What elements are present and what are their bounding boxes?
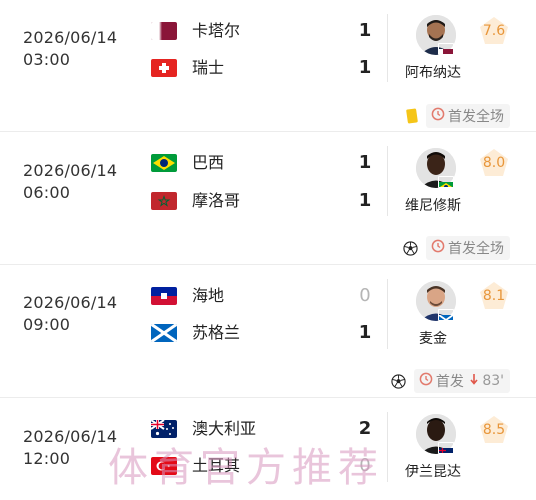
rating-badge: 8.1 <box>478 281 510 311</box>
player-rating: 7.6 <box>482 23 506 39</box>
match-card[interactable]: 2026/06/14 09:00 海地 0 苏格兰 1 麦金 8.1 首发 83… <box>0 265 536 398</box>
morocco-flag <box>151 192 177 210</box>
rating-badge: 8.5 <box>478 415 510 445</box>
away-score: 0 <box>359 455 371 476</box>
away-team-name: 瑞士 <box>192 58 225 77</box>
rating-badge: 7.6 <box>478 16 510 46</box>
away-team-row: 土耳其 0 <box>0 453 380 479</box>
home-score: 2 <box>358 418 372 439</box>
australia-mini-flag <box>438 442 454 454</box>
away-team-name: 摩洛哥 <box>192 191 241 210</box>
start-tag: 首发全场 <box>426 236 510 260</box>
player-rating: 8.1 <box>482 288 506 304</box>
divider <box>387 412 388 482</box>
away-team-row: 苏格兰 1 <box>0 320 380 346</box>
yellow-card-icon <box>406 108 418 124</box>
home-team-row: 卡塔尔 1 <box>0 18 380 44</box>
scotland-flag <box>151 324 177 342</box>
player-name: 伊兰昆达 <box>405 464 461 480</box>
clock-icon <box>431 107 445 125</box>
home-team-row: 巴西 1 <box>0 150 380 176</box>
start-label: 首发全场 <box>448 241 504 257</box>
match-footer: 首发全场 <box>406 104 510 128</box>
switzerland-flag <box>151 59 177 77</box>
match-card[interactable]: 2026/06/14 03:00 卡塔尔 1 瑞士 1 阿布纳达 7.6 首发全… <box>0 0 536 132</box>
match-list: 2026/06/14 03:00 卡塔尔 1 瑞士 1 阿布纳达 7.6 首发全… <box>0 0 536 500</box>
away-score: 1 <box>358 190 372 211</box>
start-label: 首发 <box>435 374 464 390</box>
home-score: 1 <box>358 20 372 41</box>
brazil-flag <box>151 154 177 172</box>
rating-badge: 8.0 <box>478 148 510 178</box>
divider <box>387 279 388 349</box>
player-rating: 8.5 <box>482 422 506 438</box>
start-tag: 首发 83' <box>413 369 510 393</box>
match-footer: 首发全场 <box>403 236 510 260</box>
home-team-row: 海地 0 <box>0 283 380 309</box>
home-score: 0 <box>359 285 371 306</box>
player-name: 麦金 <box>419 331 447 347</box>
match-card[interactable]: 2026/06/14 12:00 澳大利亚 2 土耳其 0 伊兰昆达 8.5 <box>0 398 536 500</box>
goal-ball-icon <box>391 373 406 389</box>
match-card[interactable]: 2026/06/14 06:00 巴西 1 摩洛哥 1 维尼修斯 8.0 首发全… <box>0 132 536 265</box>
away-score: 1 <box>358 322 372 343</box>
sub-off-arrow-icon <box>470 373 482 389</box>
match-footer: 首发 83' <box>391 369 510 393</box>
sub-minute: 83' <box>482 373 504 389</box>
qatar-flag <box>151 22 177 40</box>
divider <box>387 14 388 82</box>
clock-icon <box>431 239 445 257</box>
home-score: 1 <box>358 152 372 173</box>
home-team-name: 澳大利亚 <box>192 419 257 438</box>
home-team-name: 巴西 <box>192 153 225 172</box>
away-team-name: 苏格兰 <box>192 323 241 342</box>
away-score: 1 <box>358 57 372 78</box>
australia-flag <box>151 420 177 438</box>
start-tag: 首发全场 <box>426 104 510 128</box>
player-name: 维尼修斯 <box>405 198 461 214</box>
home-team-row: 澳大利亚 2 <box>0 416 380 442</box>
scotland-mini-flag <box>438 309 454 321</box>
away-team-row: 摩洛哥 1 <box>0 188 380 214</box>
home-team-name: 海地 <box>192 286 225 305</box>
clock-icon <box>419 372 433 390</box>
brazil-mini-flag <box>438 176 454 188</box>
home-team-name: 卡塔尔 <box>192 21 241 40</box>
player-rating: 8.0 <box>482 155 506 171</box>
turkey-flag <box>151 457 177 475</box>
sub-off-minute: 83' <box>470 373 504 389</box>
player-name: 阿布纳达 <box>405 65 461 81</box>
start-label: 首发全场 <box>448 109 504 125</box>
away-team-row: 瑞士 1 <box>0 55 380 81</box>
qatar-mini-flag <box>438 43 454 55</box>
haiti-flag <box>151 287 177 305</box>
goal-ball-icon <box>403 240 418 256</box>
divider <box>387 146 388 216</box>
away-team-name: 土耳其 <box>192 456 241 475</box>
